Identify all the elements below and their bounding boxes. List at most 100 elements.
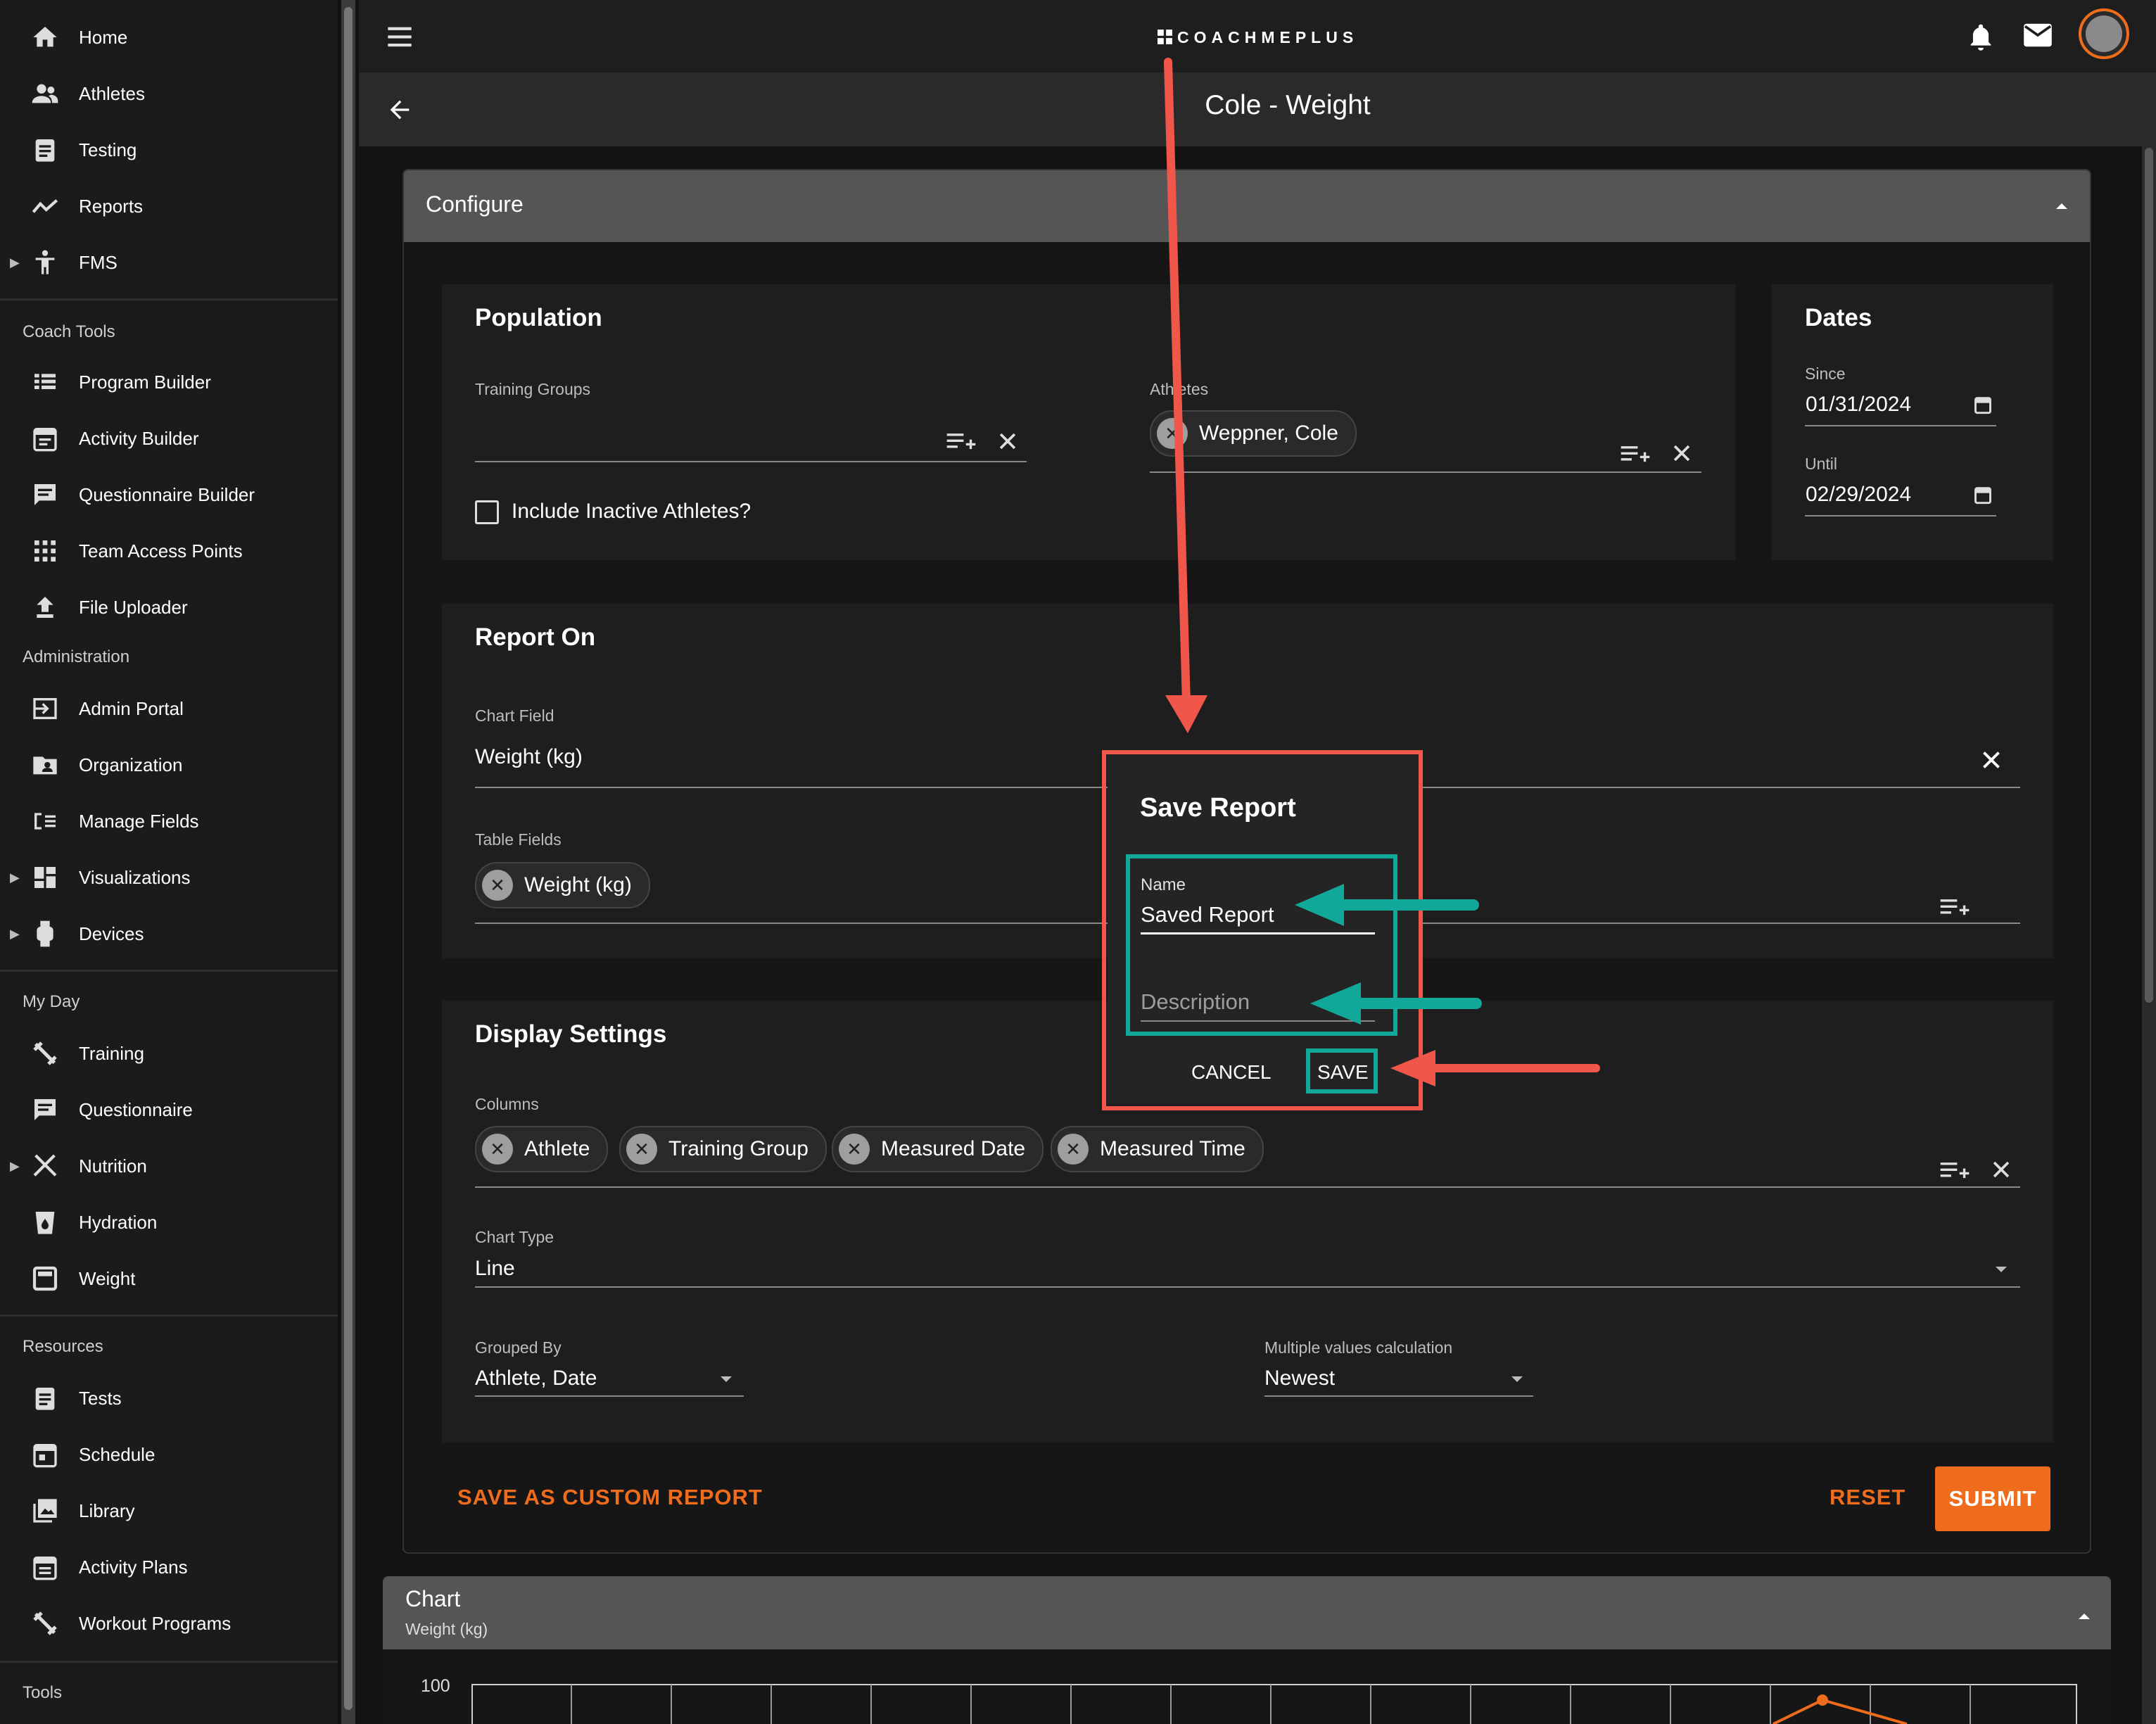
sidebar-item-schedule[interactable]: Schedule <box>0 1430 338 1479</box>
chart-type-select[interactable]: Line <box>475 1257 515 1281</box>
sidebar-item-label: Manage Fields <box>79 810 199 832</box>
athlete-chip[interactable]: ✕ Weppner, Cole <box>1150 410 1357 457</box>
playlist-add-icon[interactable] <box>1939 1158 1970 1184</box>
sidebar-item-home[interactable]: Home <box>0 13 338 62</box>
dropdown-caret-icon[interactable] <box>1509 1371 1526 1388</box>
athletes-input[interactable] <box>1150 471 1701 473</box>
sidebar-item-workout-programs[interactable]: Workout Programs <box>0 1599 338 1648</box>
sidebar-item-label: Testing <box>79 139 137 160</box>
sidebar-scrollbar-thumb[interactable] <box>344 7 353 1710</box>
multiple-values-underline <box>1264 1395 1533 1397</box>
sidebar-item-admin-portal[interactable]: Admin Portal <box>0 684 338 733</box>
sidebar-item-team-access-points[interactable]: Team Access Points <box>0 526 338 576</box>
sidebar-item-file-uploader[interactable]: File Uploader <box>0 583 338 632</box>
playlist-add-icon[interactable] <box>1939 895 1970 920</box>
app-logo[interactable]: COACHMEPLUS <box>1158 27 1358 48</box>
column-chip[interactable]: ✕ Training Group <box>619 1126 827 1172</box>
multiple-values-select[interactable]: Newest <box>1264 1367 1335 1390</box>
logo-text: COACHMEPLUS <box>1177 27 1359 46</box>
column-chip[interactable]: ✕ Measured Time <box>1051 1126 1264 1172</box>
sidebar-item-label: Organization <box>79 754 183 775</box>
columns-input[interactable] <box>475 1186 2020 1188</box>
sidebar-item-activity-plans[interactable]: Activity Plans <box>0 1542 338 1592</box>
chart-header[interactable] <box>383 1576 2111 1649</box>
mail-icon[interactable] <box>2022 23 2053 48</box>
sidebar-item-reports[interactable]: Reports <box>0 182 338 231</box>
section-heading-resources: Resources <box>23 1337 103 1356</box>
reset-button[interactable]: RESET <box>1830 1485 1905 1510</box>
table-fields-label: Table Fields <box>475 830 562 849</box>
sidebar-item-label: Questionnaire <box>79 1098 193 1120</box>
chip-remove-icon[interactable]: ✕ <box>1157 418 1188 449</box>
calendar-icon[interactable] <box>1973 394 1993 415</box>
chart-field-input[interactable]: Weight (kg) <box>475 745 583 769</box>
sidebar-divider <box>0 298 338 300</box>
grouped-by-select[interactable]: Athlete, Date <box>475 1367 597 1390</box>
clear-icon[interactable] <box>1979 747 2004 773</box>
weight-data-point[interactable] <box>1817 1694 1828 1706</box>
sidebar-item-tests[interactable]: Tests <box>0 1374 338 1423</box>
chip-label: Measured Date <box>881 1137 1026 1160</box>
column-chip[interactable]: ✕ Measured Date <box>832 1126 1044 1172</box>
configure-header[interactable] <box>404 170 2090 242</box>
sidebar-item-activity-builder[interactable]: Activity Builder <box>0 414 338 463</box>
dropdown-caret-icon[interactable] <box>718 1371 735 1388</box>
utensils-icon <box>33 1154 57 1177</box>
main-scrollbar-thumb[interactable] <box>2145 148 2153 1003</box>
sidebar-item-hydration[interactable]: Hydration <box>0 1198 338 1247</box>
collapse-caret-icon[interactable] <box>2053 197 2070 214</box>
bell-icon[interactable] <box>1967 21 1994 52</box>
chip-remove-icon[interactable]: ✕ <box>482 870 513 901</box>
clear-icon[interactable] <box>1989 1158 2013 1181</box>
chip-remove-icon[interactable]: ✕ <box>626 1134 657 1165</box>
submit-button-label: SUBMIT <box>1948 1486 2037 1511</box>
chart-subtitle: Weight (kg) <box>405 1620 488 1638</box>
sidebar-item-questionnaire[interactable]: Questionnaire <box>0 1085 338 1134</box>
sidebar-item-label: Schedule <box>79 1443 156 1465</box>
avatar[interactable] <box>2079 8 2129 59</box>
sidebar-item-devices[interactable]: ▶ Devices <box>0 909 338 958</box>
sidebar-item-nutrition[interactable]: ▶ Nutrition <box>0 1141 338 1191</box>
clear-icon[interactable] <box>996 429 1020 453</box>
submit-button[interactable]: SUBMIT <box>1935 1466 2050 1531</box>
cup-icon <box>35 1212 55 1234</box>
clear-icon[interactable] <box>1670 441 1694 465</box>
until-input[interactable]: 02/29/2024 <box>1806 483 1911 507</box>
sidebar-divider <box>0 970 338 972</box>
sidebar-item-manage-fields[interactable]: Manage Fields <box>0 797 338 846</box>
sidebar-item-library[interactable]: Library <box>0 1486 338 1535</box>
chip-label: Weppner, Cole <box>1199 422 1338 445</box>
include-inactive-checkbox[interactable] <box>475 500 499 524</box>
sidebar-item-label: FMS <box>79 251 118 273</box>
column-chip[interactable]: ✕ Athlete <box>475 1126 609 1172</box>
save-as-custom-report-button[interactable]: SAVE AS CUSTOM REPORT <box>457 1485 763 1510</box>
calendar-icon[interactable] <box>1973 484 1993 505</box>
sidebar-item-testing[interactable]: Testing <box>0 125 338 175</box>
sidebar-item-label: Athletes <box>79 82 145 104</box>
sidebar-item-fms[interactable]: ▶ FMS <box>0 238 338 287</box>
chip-remove-icon[interactable]: ✕ <box>839 1134 870 1165</box>
collapse-caret-icon[interactable] <box>2076 1607 2093 1624</box>
menu-icon[interactable] <box>386 24 414 49</box>
sidebar-item-athletes[interactable]: Athletes <box>0 69 338 118</box>
table-field-chip[interactable]: ✕ Weight (kg) <box>475 862 650 908</box>
fields-icon <box>34 813 56 830</box>
playlist-add-icon[interactable] <box>1620 442 1651 467</box>
dropdown-caret-icon[interactable] <box>1993 1261 2010 1278</box>
sidebar-item-organization[interactable]: Organization <box>0 740 338 790</box>
sidebar-item-label: Team Access Points <box>79 540 243 562</box>
sidebar-item-questionnaire-builder[interactable]: Questionnaire Builder <box>0 470 338 519</box>
back-arrow-icon[interactable] <box>386 96 414 124</box>
sidebar-item-training[interactable]: Training <box>0 1029 338 1078</box>
sidebar-item-weight[interactable]: Weight <box>0 1254 338 1303</box>
sidebar-item-label: Admin Portal <box>79 697 184 719</box>
since-input[interactable]: 01/31/2024 <box>1806 393 1911 417</box>
chip-remove-icon[interactable]: ✕ <box>1058 1134 1089 1165</box>
sidebar-item-visualizations[interactable]: ▶ Visualizations <box>0 853 338 902</box>
training-groups-input[interactable] <box>475 461 1027 462</box>
chip-remove-icon[interactable]: ✕ <box>482 1134 513 1165</box>
playlist-add-icon[interactable] <box>946 429 977 455</box>
sidebar-item-program-builder[interactable]: Program Builder <box>0 357 338 407</box>
comment-icon <box>34 1099 56 1120</box>
population-title: Population <box>475 304 602 331</box>
